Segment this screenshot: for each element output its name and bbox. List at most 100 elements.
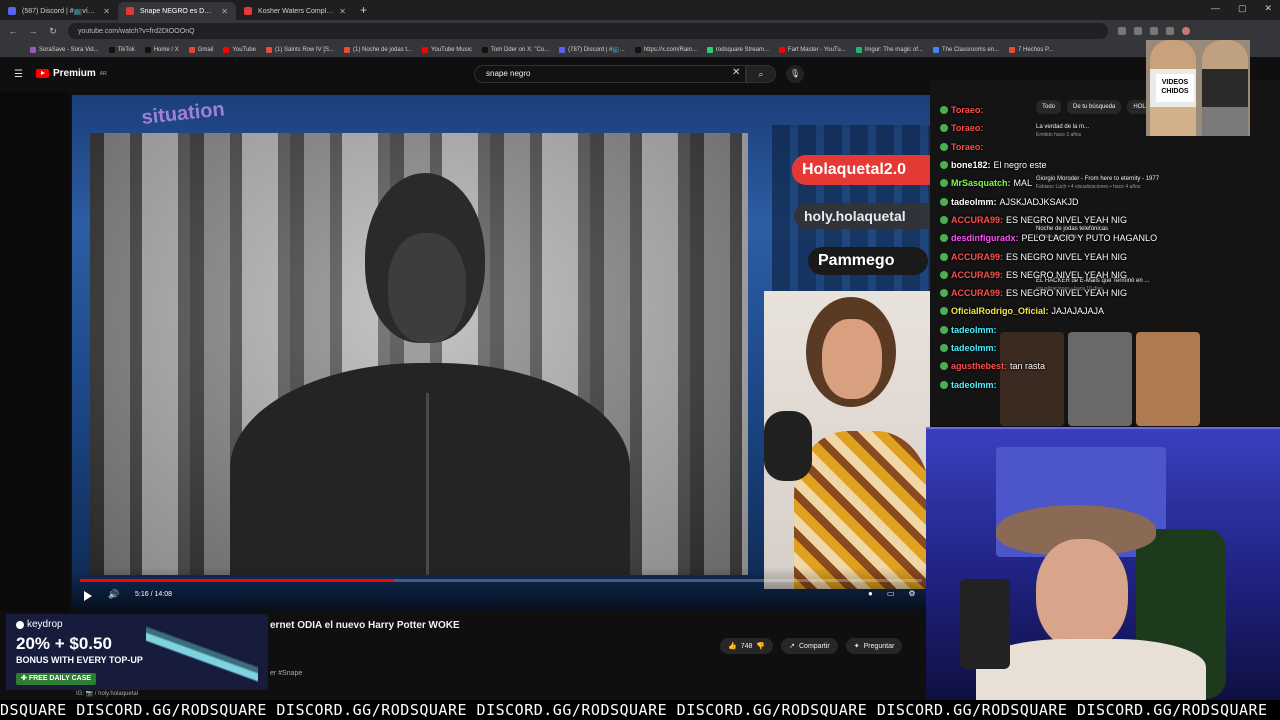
chat-text: ES NEGRO NIVEL YEAH NIG	[1006, 288, 1128, 299]
chat-badge-icon	[940, 234, 948, 243]
browser-tab[interactable]: (587) Discord | #📺vídeos-d...✕	[0, 2, 118, 20]
play-icon[interactable]	[84, 591, 92, 601]
video-player[interactable]: situation Holaquetal2.0 holy.holaquetal …	[72, 95, 930, 610]
bookmark-item[interactable]: (1) Saints Row IV [S...	[265, 46, 334, 53]
bookmarks-bar: SoraSave - Sora Vid... TikTok Home / X Gmai…	[0, 42, 1280, 57]
thumbs-down-icon[interactable]: 👎	[756, 642, 765, 650]
extension-icon[interactable]	[1166, 27, 1174, 35]
bookmark-item[interactable]: Imgur: The magic of...	[855, 46, 923, 53]
bookmark-item[interactable]: https://x.com/Rain...	[634, 46, 697, 53]
close-tab-icon[interactable]: ✕	[221, 7, 228, 16]
chat-message: ACCURA99: ES NEGRO NIVEL YEAH NIG	[940, 284, 1140, 302]
back-icon[interactable]: ←	[6, 26, 20, 36]
browser-tabstrip: (587) Discord | #📺vídeos-d...✕ Snape NEG…	[0, 0, 1280, 20]
settings-icon[interactable]: ⚙	[908, 589, 915, 598]
bookmark-item[interactable]: (1) Noche de jodas t...	[344, 46, 412, 53]
extension-icons	[1118, 27, 1190, 35]
youtube-play-logo-icon	[36, 69, 49, 78]
share-button[interactable]: ↗ Compartir	[781, 638, 838, 654]
chat-username: tadeolmm:	[951, 379, 997, 390]
chat-badge-icon	[940, 270, 948, 279]
chat-text: tan rasta	[1010, 361, 1046, 372]
thumbnail[interactable]	[1136, 332, 1200, 426]
overlay-name-tag: Pammego	[808, 247, 928, 275]
bookmark-item[interactable]: SoraSave - Sora Vid...	[30, 46, 99, 53]
bookmark-favicon-icon	[188, 46, 195, 53]
search-button[interactable]: ⌕	[746, 65, 776, 83]
bookmark-item[interactable]: The Classrooms en...	[932, 46, 999, 53]
player-controls: 🔊 5:16 / 14:08 ● ▭ ⚙	[72, 567, 930, 610]
new-tab-icon[interactable]: +	[360, 3, 367, 17]
close-tab-icon[interactable]: ✕	[103, 7, 110, 16]
chat-message: tadeolmm:	[940, 375, 1140, 393]
chat-badge-icon	[940, 325, 948, 334]
voice-search-icon[interactable]: 🎙	[786, 65, 804, 83]
chat-message: tadeolmm:	[940, 321, 1140, 339]
keydrop-ad[interactable]: keydrop 20% + $0.50 BONUS WITH EVERY TOP…	[6, 614, 268, 690]
chat-text: ES NEGRO NIVEL YEAH NIG	[1006, 251, 1128, 262]
keydrop-logo: keydrop	[16, 619, 63, 630]
chat-badge-icon	[940, 161, 948, 170]
bookmark-item[interactable]: Tom Dder on X: "Co...	[481, 46, 549, 53]
maximize-icon[interactable]: ▢	[1238, 3, 1247, 14]
chat-badge-icon	[940, 215, 948, 224]
forward-icon[interactable]: →	[26, 26, 40, 36]
ask-button[interactable]: ✦ Preguntar	[845, 638, 903, 654]
search-input[interactable]: snape negro	[474, 65, 746, 83]
progress-played	[80, 579, 395, 582]
bookmark-item[interactable]: TikTok	[108, 46, 135, 53]
bookmark-item[interactable]: YouTube Music	[422, 46, 472, 53]
browser-tab[interactable]: Kosher Waters Completo - You...✕	[236, 2, 354, 20]
promo-label: VIDEOS CHIDOS	[1156, 74, 1194, 102]
like-button[interactable]: 👍 748 👎	[720, 638, 774, 654]
time-display: 5:16 / 14:08	[135, 591, 172, 598]
chat-username: ACCURA99:	[951, 251, 1004, 262]
bookmark-item[interactable]: YouTube	[223, 46, 256, 53]
streamer-webcam	[926, 427, 1280, 700]
bookmark-item[interactable]: Gmail	[188, 46, 213, 53]
chat-username: MrSasquatch:	[951, 178, 1011, 189]
chat-username: ACCURA99:	[951, 214, 1004, 225]
close-window-icon[interactable]: ✕	[1264, 3, 1272, 14]
autoplay-icon[interactable]: ●	[868, 589, 873, 598]
search-icon: ⌕	[758, 69, 764, 79]
chat-username: desdinfiguradx:	[951, 233, 1019, 244]
bookmark-item[interactable]: Fart Master - YouTu...	[778, 46, 846, 53]
extension-icon[interactable]	[1118, 27, 1126, 35]
bookmark-item[interactable]: 7 Hechos P...	[1009, 46, 1053, 53]
embedded-video-frame	[90, 133, 748, 575]
menu-icon[interactable]: ☰	[14, 69, 23, 80]
bookmark-favicon-icon	[1009, 46, 1015, 53]
actor-figure	[210, 163, 650, 575]
chat-message: Toraeo:	[940, 119, 1140, 137]
extension-icon[interactable]	[1150, 27, 1158, 35]
close-tab-icon[interactable]: ✕	[339, 7, 346, 16]
bookmark-favicon-icon	[778, 46, 785, 53]
overlay-instagram-tag: holy.holaquetal	[794, 203, 930, 229]
bookmark-favicon-icon	[223, 46, 230, 53]
chat-username: tadeolmm:	[951, 343, 997, 353]
chat-badge-icon	[940, 380, 948, 389]
clear-search-icon[interactable]: ✕	[732, 67, 740, 78]
bookmark-item[interactable]: Home / X	[144, 46, 179, 53]
profile-icon[interactable]	[1182, 27, 1190, 35]
description-hashtag[interactable]: er #Snape	[270, 670, 302, 677]
url-field[interactable]: youtube.com/watch?v=frd2DtOOOnQ	[68, 23, 1108, 39]
chat-message: Toraeo:	[940, 101, 1140, 119]
minimize-icon[interactable]: —	[1211, 3, 1220, 14]
bookmark-item[interactable]: rodsquare Stream...	[706, 46, 769, 53]
chat-message: MrSasquatch: MAL	[940, 174, 1140, 192]
subtitles-icon[interactable]: ▭	[887, 589, 895, 598]
progress-bar[interactable]	[80, 579, 922, 582]
chat-badge-icon	[940, 179, 948, 188]
description-ig: IG: 📷 / holy.holaquetal	[76, 691, 139, 697]
chat-message: ACCURA99: ES NEGRO NIVEL YEAH NIG	[940, 247, 1140, 265]
volume-icon[interactable]: 🔊	[108, 589, 119, 600]
extension-icon[interactable]	[1134, 27, 1142, 35]
youtube-logo[interactable]: Premium AR	[36, 68, 107, 79]
browser-tab-active[interactable]: Snape NEGRO es DESTRUIDO p...✕	[118, 2, 236, 20]
reload-icon[interactable]: ↻	[46, 26, 60, 37]
bookmark-item[interactable]: (787) Discord | #📺...	[559, 46, 625, 53]
chat-message: ACCURA99: ES NEGRO NIVEL YEAH NIG	[940, 211, 1140, 229]
microphone	[764, 411, 812, 481]
